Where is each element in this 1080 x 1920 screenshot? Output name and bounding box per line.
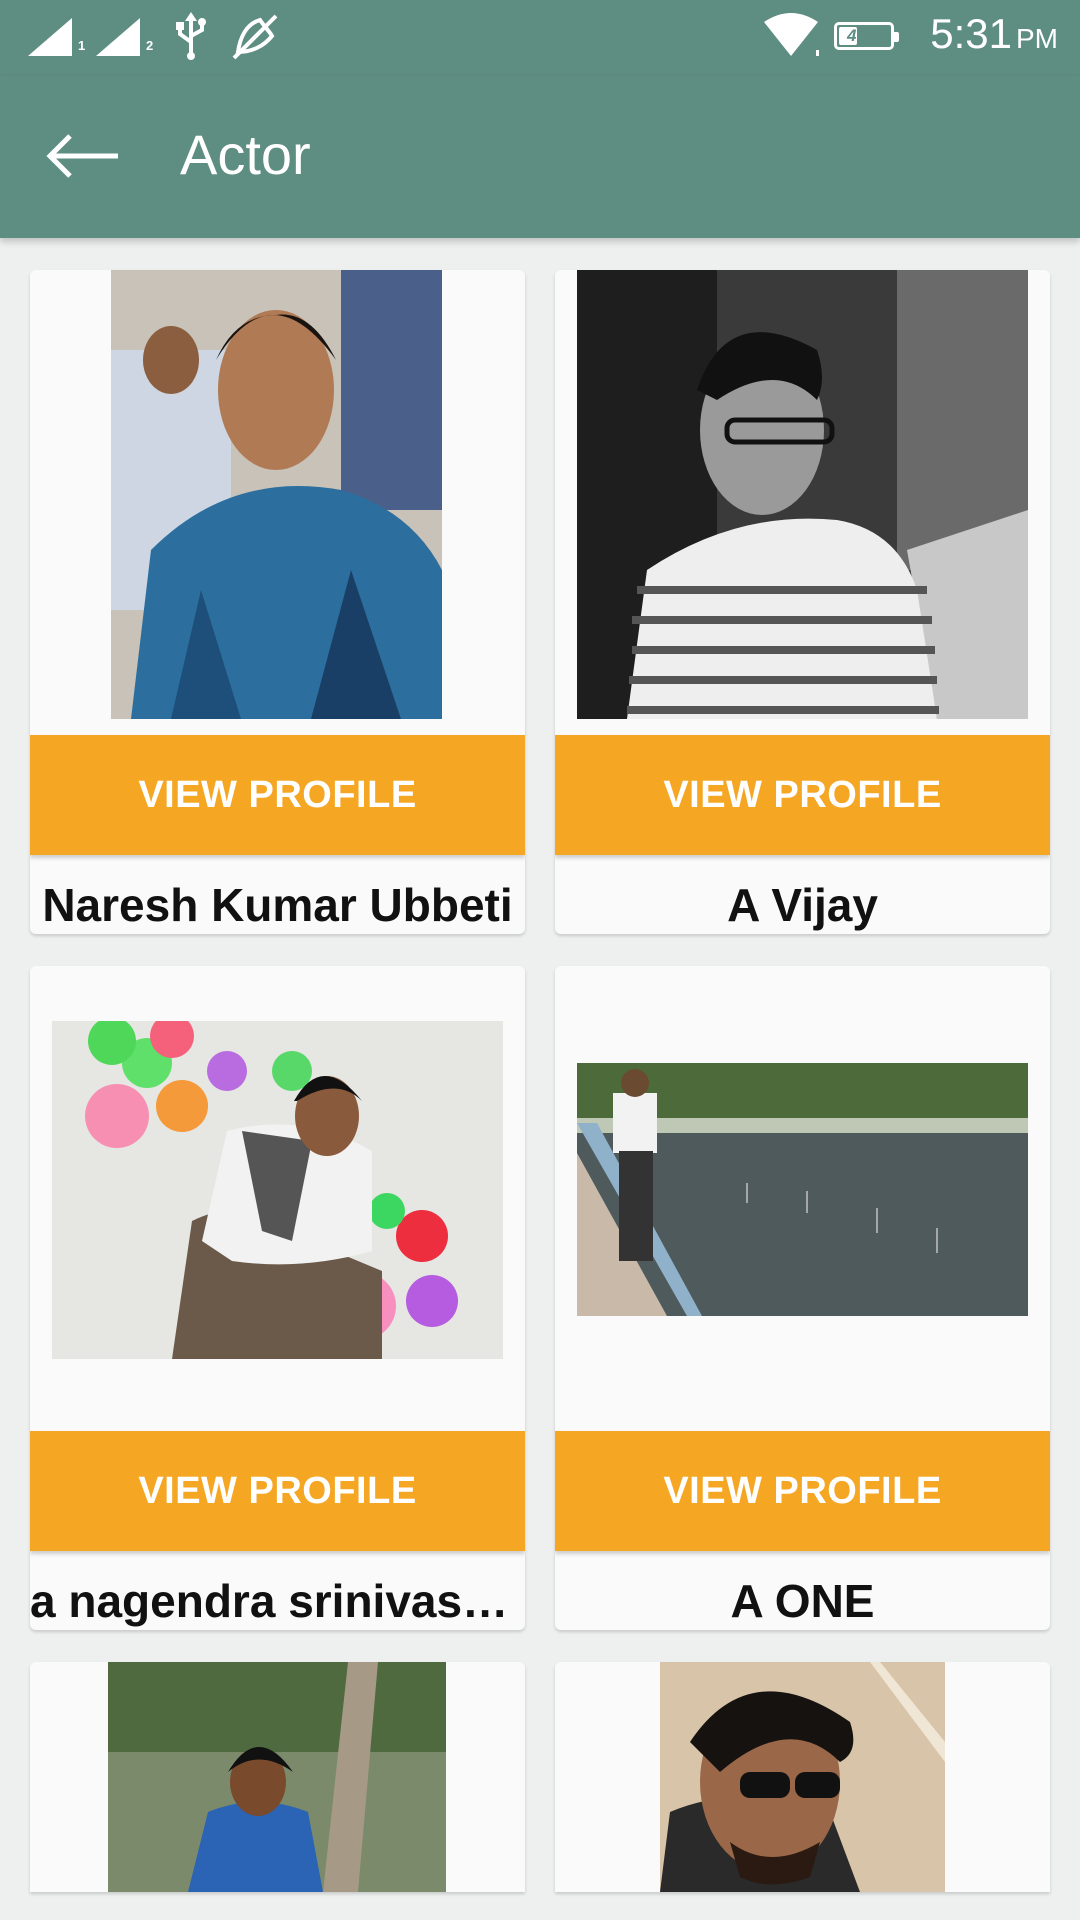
profile-card: VIEW PROFILE a nagendra srinivasa… — [30, 966, 525, 1630]
signal-sim2-icon — [96, 18, 140, 56]
back-button[interactable] — [40, 128, 124, 184]
battery-nub — [894, 32, 899, 42]
profile-card: VIEW PROFILE A Vijay — [555, 270, 1050, 934]
clock-ampm: PM — [1016, 23, 1058, 54]
profile-photo — [52, 1021, 503, 1359]
signal-sim1-icon — [28, 18, 72, 56]
profile-photo — [660, 1662, 945, 1892]
profile-photo — [108, 1662, 446, 1892]
profile-photo — [111, 270, 442, 719]
wifi-icon — [764, 13, 819, 56]
profile-photo — [577, 270, 1028, 719]
clock-time: 5:31 — [930, 10, 1012, 57]
no-notifications-icon — [232, 14, 278, 60]
view-profile-button[interactable]: VIEW PROFILE — [30, 735, 525, 855]
app-bar: Actor — [0, 76, 1080, 238]
battery-percent: 40% — [846, 26, 882, 45]
profile-card: VIEW PROFILE A ONE — [555, 966, 1050, 1630]
usb-icon — [176, 12, 206, 60]
profile-name: a nagendra srinivasa… — [30, 1575, 525, 1627]
profile-card — [30, 1662, 525, 1892]
status-bar: 1 2 40% 5:31 PM — [0, 0, 1080, 76]
profile-name: A ONE — [730, 1575, 875, 1627]
profile-photo — [577, 1063, 1028, 1316]
page-title: Actor — [180, 123, 311, 186]
profile-card: VIEW PROFILE Naresh Kumar Ubbeti — [30, 270, 525, 934]
sim2-label: 2 — [146, 38, 154, 53]
view-profile-button[interactable]: VIEW PROFILE — [30, 1431, 525, 1551]
clock: 5:31 PM — [930, 10, 1058, 58]
profile-name: A Vijay — [727, 879, 878, 931]
sim1-label: 1 — [78, 38, 86, 53]
battery-icon: 40% — [834, 22, 899, 50]
view-profile-button[interactable]: VIEW PROFILE — [555, 1431, 1050, 1551]
profile-card — [555, 1662, 1050, 1892]
arrow-left-icon — [46, 134, 118, 178]
profile-name: Naresh Kumar Ubbeti — [42, 879, 513, 931]
view-profile-button[interactable]: VIEW PROFILE — [555, 735, 1050, 855]
